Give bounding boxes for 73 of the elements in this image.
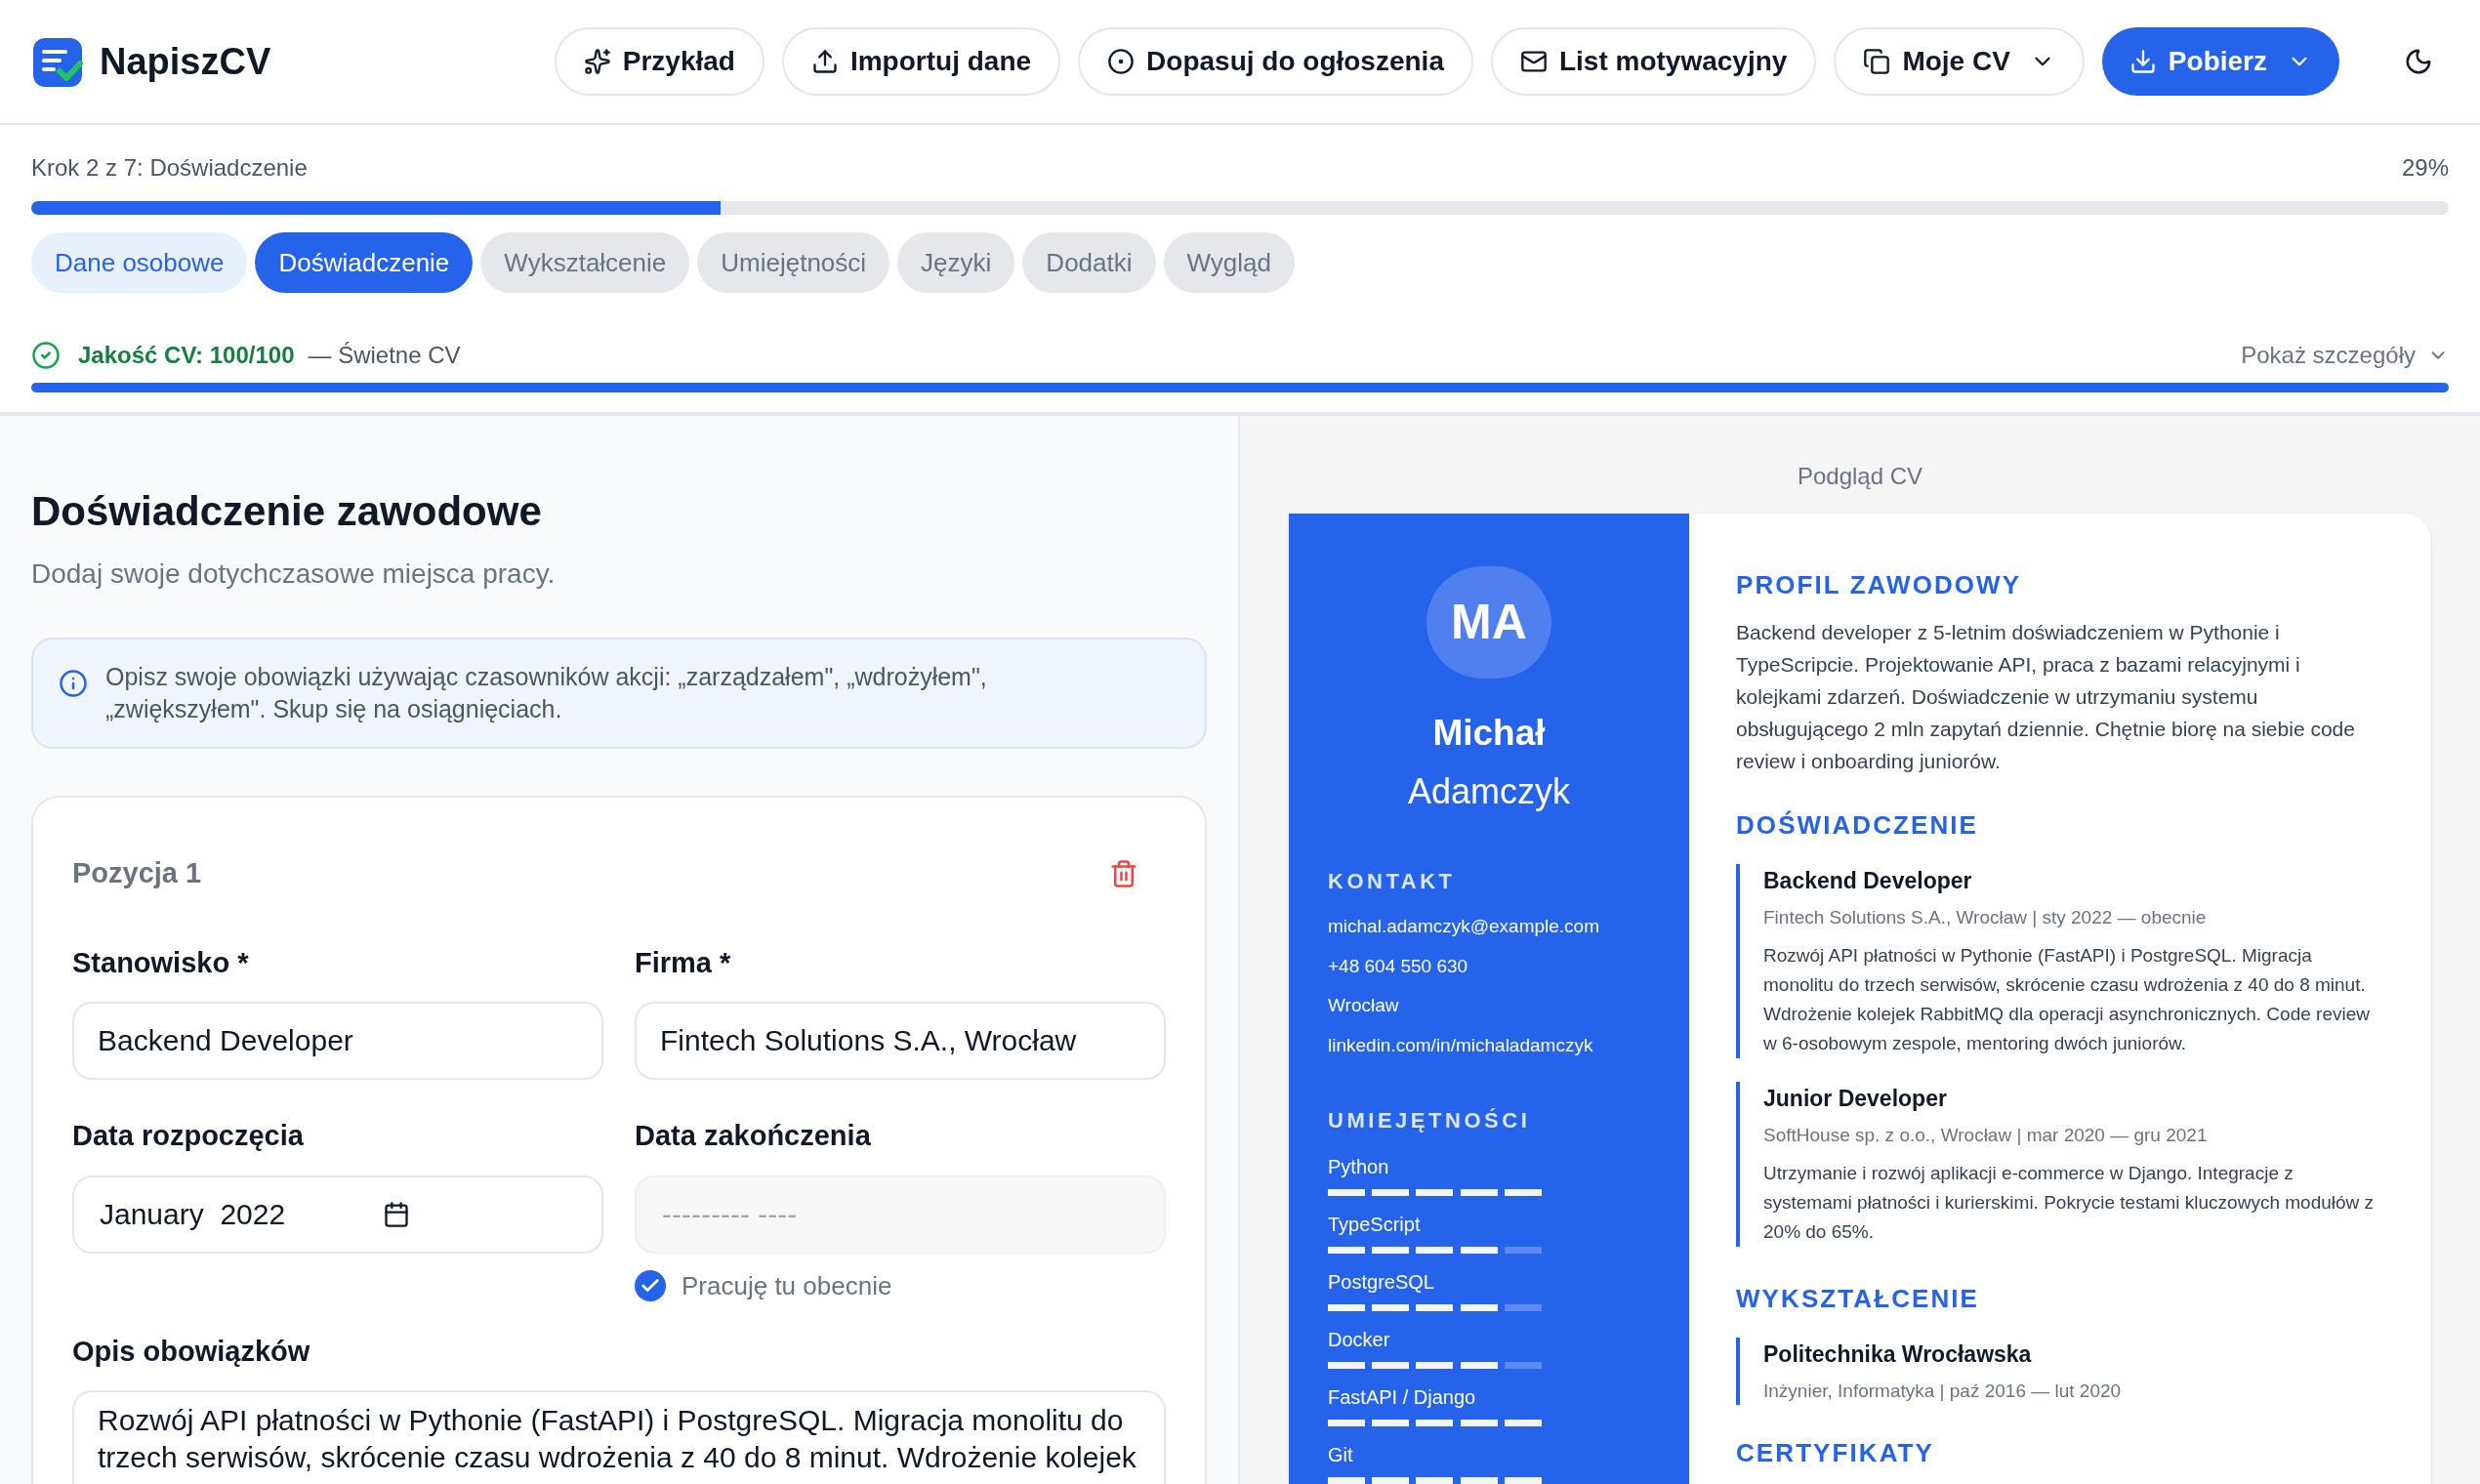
step-tab[interactable]: Wygląd	[1163, 232, 1295, 293]
quality-verdict: — Świetne CV	[308, 341, 461, 370]
section-heading: DOŚWIADCZENIE	[1736, 809, 1980, 842]
sidebar-heading: UMIEJĘTNOŚCI	[1328, 1107, 1532, 1134]
copy-icon	[1863, 48, 1891, 75]
position-title: Pozycja 1	[72, 856, 202, 890]
profile-text: Backend developer z 5-letnim doświadczeniem w Pythonie i TypeScripcie. Projektowanie API, praca z bazami relacyjnymi i kolejkami zdarzeń. Doświadczenie w utrzymaniu systemu obsługującego 2 mln zapytań dziennie. Chętnie biorę na siebie code review i onboarding juniorów.	[1736, 620, 2356, 774]
first-name: Michał	[1432, 711, 1546, 755]
checkbox[interactable]	[635, 1270, 666, 1301]
entry-meta: Fintech Solutions S.A., Wrocław | sty 2022 — obecnie	[1763, 905, 2208, 929]
brand-name: NapiszCV	[100, 39, 271, 84]
contact-item: michal.adamczyk@example.com	[1328, 915, 1600, 938]
checkbox-label: Pracuję tu obecnie	[682, 1269, 892, 1302]
entry-meta: Inżynier, Informatyka | paź 2016 — lut 2020	[1763, 1379, 2123, 1403]
entry-title: Backend Developer	[1763, 867, 1973, 895]
entry-title: Junior Developer	[1763, 1085, 1948, 1113]
preview-label: Podgląd CV	[1797, 462, 1923, 491]
step-tab[interactable]: Dodatki	[1022, 232, 1156, 293]
skill-name: TypeScript	[1328, 1213, 1422, 1237]
toolbar-button[interactable]: Dopasuj do ogłoszenia	[1078, 27, 1473, 96]
step-tab[interactable]: Dane osobowe	[31, 232, 248, 293]
section-heading: CERTYFIKATY	[1736, 1437, 1935, 1469]
toolbar-button[interactable]: Moje CV	[1834, 27, 2085, 96]
step-tab[interactable]: Wykształcenie	[480, 232, 690, 293]
avatar: MA	[1426, 566, 1551, 679]
skill-name: Python	[1328, 1155, 1390, 1179]
tip-text: Opisz swoje obowiązki używając czasowników akcji: „zarządzałem", „wdrożyłem", „zwiększyłem". Skup się na osiągnięciach.	[105, 662, 988, 724]
step-tab[interactable]: Języki	[897, 232, 1015, 293]
toolbar-button[interactable]: List motywacyjny	[1491, 27, 1817, 96]
step-label: Krok 2 z 7: Doświadczenie	[31, 153, 308, 183]
field-label: Opis obowiązków	[72, 1334, 311, 1369]
skill-name: FastAPI / Django	[1328, 1385, 1477, 1410]
moon-icon	[2404, 47, 2433, 76]
skill-name: PostgreSQL	[1328, 1270, 1435, 1295]
target-icon	[1107, 48, 1136, 75]
section-heading: PROFIL ZAWODOWY	[1736, 569, 2023, 601]
download-icon	[2129, 48, 2157, 75]
input-field[interactable]: Backend Developer	[72, 1002, 603, 1080]
section-heading: WYKSZTAŁCENIE	[1736, 1283, 1980, 1315]
quality-score: Jakość CV: 100/100	[78, 341, 295, 370]
details-link[interactable]: Pokaż szczegóły	[2241, 338, 2449, 373]
step-tab[interactable]: Doświadczenie	[255, 232, 474, 293]
input-field[interactable]: Fintech Solutions S.A., Wrocław	[635, 1002, 1166, 1080]
info-icon	[59, 669, 88, 698]
sparkles-icon	[583, 48, 611, 75]
date-field[interactable]: January 2022	[72, 1175, 603, 1254]
toolbar-button[interactable]: Przykład	[554, 27, 765, 96]
skill-name: Docker	[1328, 1328, 1391, 1352]
entry-meta: SoftHouse sp. z o.o., Wrocław | mar 2020 — gru 2021	[1763, 1123, 2209, 1147]
entry-description: Rozwój API płatności w Pythonie (FastAPI) i PostgreSQL. Migracja monolitu do trzech serwisów, skrócenie czasu wdrożenia z 40 do 8 minut. Wdrożenie kolejek RabbitMQ dla operacji asynchronicznych. Code review w 6-osobowym zespole, mentoring dwóch juniorów.	[1763, 944, 2371, 1055]
field-label: Stanowisko *	[72, 945, 250, 980]
contact-item: +48 604 550 630	[1328, 954, 1469, 978]
sidebar-heading: KONTAKT	[1328, 868, 1457, 895]
description-field[interactable]: Rozwój API płatności w Pythonie (FastAPI) i PostgreSQL. Migracja monolitu do trzech serwisów, skrócenie czasu wdrożenia z 40 do 8 minut. Wdrożenie kolejek	[72, 1390, 1166, 1484]
skill-name: Git	[1328, 1443, 1354, 1467]
trash-icon	[1109, 858, 1138, 888]
progress-percent: 29%	[2401, 153, 2449, 183]
contact-item: Wrocław	[1328, 994, 1400, 1017]
upload-icon	[810, 48, 839, 75]
entry-description: Utrzymanie i rozwój aplikacji e-commerce w Django. Integracje z systemami płatności i kurierskimi. Pokrycie testami kluczowych modułów z 20% do 65%.	[1763, 1162, 2376, 1244]
entry-title: Politechnika Wrocławska	[1763, 1340, 2033, 1369]
field-label: Data zakończenia	[635, 1119, 872, 1153]
field-label: Data rozpoczęcia	[72, 1119, 305, 1153]
toolbar-button[interactable]: Importuj dane	[781, 27, 1061, 96]
check-circle-icon	[31, 341, 61, 370]
last-name: Adamczyk	[1407, 770, 1570, 813]
contact-item: linkedin.com/in/michaladamczyk	[1328, 1033, 1594, 1057]
section-subtitle: Dodaj swoje dotychczasowe miejsca pracy.	[31, 557, 557, 591]
download-button[interactable]: Pobierz	[2101, 27, 2339, 96]
calendar-icon	[383, 1200, 410, 1228]
section-title: Doświadczenie zawodowe	[31, 487, 543, 536]
field-label: Firma *	[635, 945, 732, 980]
step-tab[interactable]: Umiejętności	[697, 232, 890, 293]
